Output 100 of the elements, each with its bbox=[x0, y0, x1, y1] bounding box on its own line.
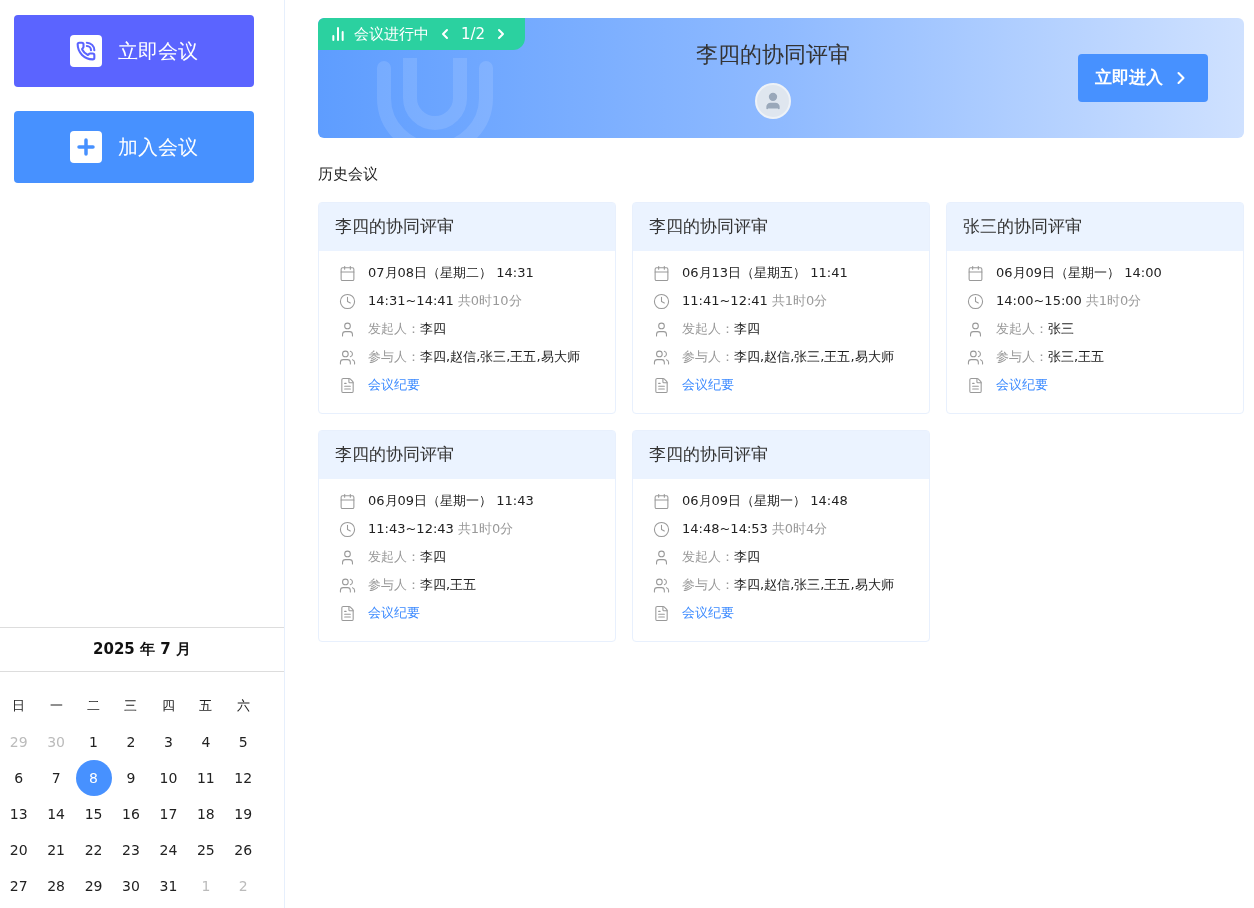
minutes-link[interactable]: 会议纪要 bbox=[368, 375, 420, 395]
weekday-label: 六 bbox=[236, 697, 250, 716]
people-icon bbox=[339, 348, 356, 366]
calendar-day[interactable]: 21 bbox=[38, 832, 75, 868]
meeting-action-button[interactable]: 立即会议 bbox=[14, 15, 254, 87]
pager-text: 1/2 bbox=[461, 23, 486, 45]
calendar-icon bbox=[653, 492, 670, 510]
calendar-day[interactable]: 6 bbox=[0, 760, 37, 796]
weekday-label: 二 bbox=[87, 697, 101, 716]
meeting-duration: 共0时10分 bbox=[457, 292, 522, 311]
meeting-time: 14:31~14:41 bbox=[368, 292, 454, 311]
host-label: 发起人： bbox=[682, 320, 734, 339]
calendar-day[interactable]: 11 bbox=[187, 760, 224, 796]
participants-label: 参与人： bbox=[682, 348, 734, 367]
meeting-time: 11:43~12:43 bbox=[368, 520, 454, 539]
clock-icon bbox=[967, 292, 984, 310]
host-name: 李四 bbox=[734, 320, 760, 339]
participants-list: 李四,赵信,张三,王五,易大师 bbox=[420, 347, 580, 367]
meeting-date: 06月09日（星期一） 14:48 bbox=[682, 492, 848, 511]
meeting-time: 14:00~15:00 bbox=[996, 292, 1082, 311]
calendar-icon bbox=[339, 492, 356, 510]
calendar-day[interactable]: 16 bbox=[113, 796, 149, 832]
calendar-day[interactable]: 22 bbox=[75, 832, 112, 868]
meeting-duration: 共0时4分 bbox=[771, 520, 828, 539]
minutes-link[interactable]: 会议纪要 bbox=[682, 603, 734, 623]
calendar-day[interactable]: 20 bbox=[0, 832, 37, 868]
calendar-day[interactable]: 5 bbox=[225, 724, 262, 760]
calendar-day[interactable]: 25 bbox=[187, 832, 224, 868]
calendar-day[interactable]: 3 bbox=[150, 724, 187, 760]
host-name: 李四 bbox=[734, 548, 760, 567]
person-icon bbox=[339, 320, 356, 338]
calendar-day[interactable]: 19 bbox=[225, 796, 262, 832]
meeting-duration: 共1时0分 bbox=[457, 520, 514, 539]
meeting-time: 14:48~14:53 bbox=[682, 520, 768, 539]
calendar-day[interactable]: 31 bbox=[150, 868, 187, 904]
calendar-day[interactable]: 29 bbox=[75, 868, 112, 904]
person-icon bbox=[967, 320, 984, 338]
clock-icon bbox=[653, 520, 670, 538]
meeting-time: 11:41~12:41 bbox=[682, 292, 768, 311]
host-label: 发起人： bbox=[996, 320, 1048, 339]
meeting-card[interactable]: 李四的协同评审 06月09日（星期一） 14:48 14:48~14:53 共0时4分 发起人：李四 参与人：李四,赵信,张三,王五,易大师 会议纪要 bbox=[632, 430, 930, 642]
calendar-day[interactable]: 2 bbox=[113, 724, 149, 760]
calendar-day[interactable]: 14 bbox=[38, 796, 75, 832]
calendar-day[interactable]: 24 bbox=[150, 832, 187, 868]
document-icon bbox=[967, 376, 984, 394]
calendar-icon bbox=[339, 264, 356, 282]
calendar-day[interactable]: 28 bbox=[38, 868, 75, 904]
calendar-day[interactable]: 10 bbox=[150, 760, 187, 796]
calendar-day[interactable]: 12 bbox=[225, 760, 262, 796]
calendar-day[interactable]: 13 bbox=[0, 796, 37, 832]
participants-label: 参与人： bbox=[368, 576, 420, 595]
meeting-date: 06月13日（星期五） 11:41 bbox=[682, 264, 848, 283]
calendar-day[interactable]: 1 bbox=[75, 724, 112, 760]
meeting-duration: 共1时0分 bbox=[1085, 292, 1142, 311]
participants-list: 李四,王五 bbox=[420, 575, 477, 595]
calendar-day[interactable]: 7 bbox=[38, 760, 75, 796]
clock-icon bbox=[339, 292, 356, 310]
person-icon bbox=[653, 548, 670, 566]
meeting-card[interactable]: 张三的协同评审 06月09日（星期一） 14:00 14:00~15:00 共1时0分 发起人：张三 参与人：张三,王五 会议纪要 bbox=[946, 202, 1244, 414]
calendar-day[interactable]: 4 bbox=[187, 724, 224, 760]
weekday-label: 三 bbox=[124, 697, 138, 716]
person-icon bbox=[339, 548, 356, 566]
participants-label: 参与人： bbox=[368, 348, 420, 367]
calendar-day[interactable]: 15 bbox=[75, 796, 112, 832]
host-label: 发起人： bbox=[368, 320, 420, 339]
meeting-card[interactable]: 李四的协同评审 06月13日（星期五） 11:41 11:41~12:41 共1时0分 发起人：李四 参与人：李四,赵信,张三,王五,易大师 会议纪要 bbox=[632, 202, 930, 414]
calendar-day[interactable]: 23 bbox=[113, 832, 149, 868]
weekday-label: 四 bbox=[161, 697, 175, 716]
participants-label: 参与人： bbox=[682, 576, 734, 595]
calendar-day[interactable]: 18 bbox=[187, 796, 224, 832]
section-heading: 历史会议 bbox=[318, 165, 378, 183]
people-icon bbox=[653, 576, 670, 594]
minutes-link[interactable]: 会议纪要 bbox=[682, 375, 734, 395]
clock-icon bbox=[339, 520, 356, 538]
banner-title: 李四的协同评审 bbox=[696, 40, 850, 69]
participants-list: 李四,赵信,张三,王五,易大师 bbox=[734, 347, 894, 367]
minutes-link[interactable]: 会议纪要 bbox=[368, 603, 420, 623]
calendar-day[interactable]: 30 bbox=[113, 868, 149, 904]
document-icon bbox=[653, 376, 670, 394]
status-text: 会议进行中 bbox=[354, 23, 429, 45]
weekday-label: 日 bbox=[12, 697, 26, 716]
host-name: 张三 bbox=[1048, 320, 1074, 339]
calendar-day[interactable]: 26 bbox=[225, 832, 262, 868]
meeting-card[interactable]: 李四的协同评审 07月08日（星期二） 14:31 14:31~14:41 共0时10分 发起人：李四 参与人：李四,赵信,张三,王五,易大师 会议纪要 bbox=[318, 202, 616, 414]
calendar-day[interactable]: 27 bbox=[0, 868, 37, 904]
meeting-card[interactable]: 李四的协同评审 06月09日（星期一） 11:43 11:43~12:43 共1时0分 发起人：李四 参与人：李四,王五 会议纪要 bbox=[318, 430, 616, 642]
bar-chart-icon bbox=[330, 26, 346, 42]
meeting-title: 李四的协同评审 bbox=[335, 215, 454, 239]
person-icon bbox=[653, 320, 670, 338]
calendar-day[interactable]: 9 bbox=[113, 760, 149, 796]
calendar-icon bbox=[653, 264, 670, 282]
meeting-title: 张三的协同评审 bbox=[963, 215, 1082, 239]
calendar-icon bbox=[967, 264, 984, 282]
meeting-date: 06月09日（星期一） 11:43 bbox=[368, 492, 534, 511]
phone-icon bbox=[76, 41, 96, 61]
minutes-link[interactable]: 会议纪要 bbox=[996, 375, 1048, 395]
calendar-day[interactable]: 17 bbox=[150, 796, 187, 832]
weekday-label: 一 bbox=[49, 697, 63, 716]
host-label: 发起人： bbox=[368, 548, 420, 567]
participants-label: 参与人： bbox=[996, 348, 1048, 367]
